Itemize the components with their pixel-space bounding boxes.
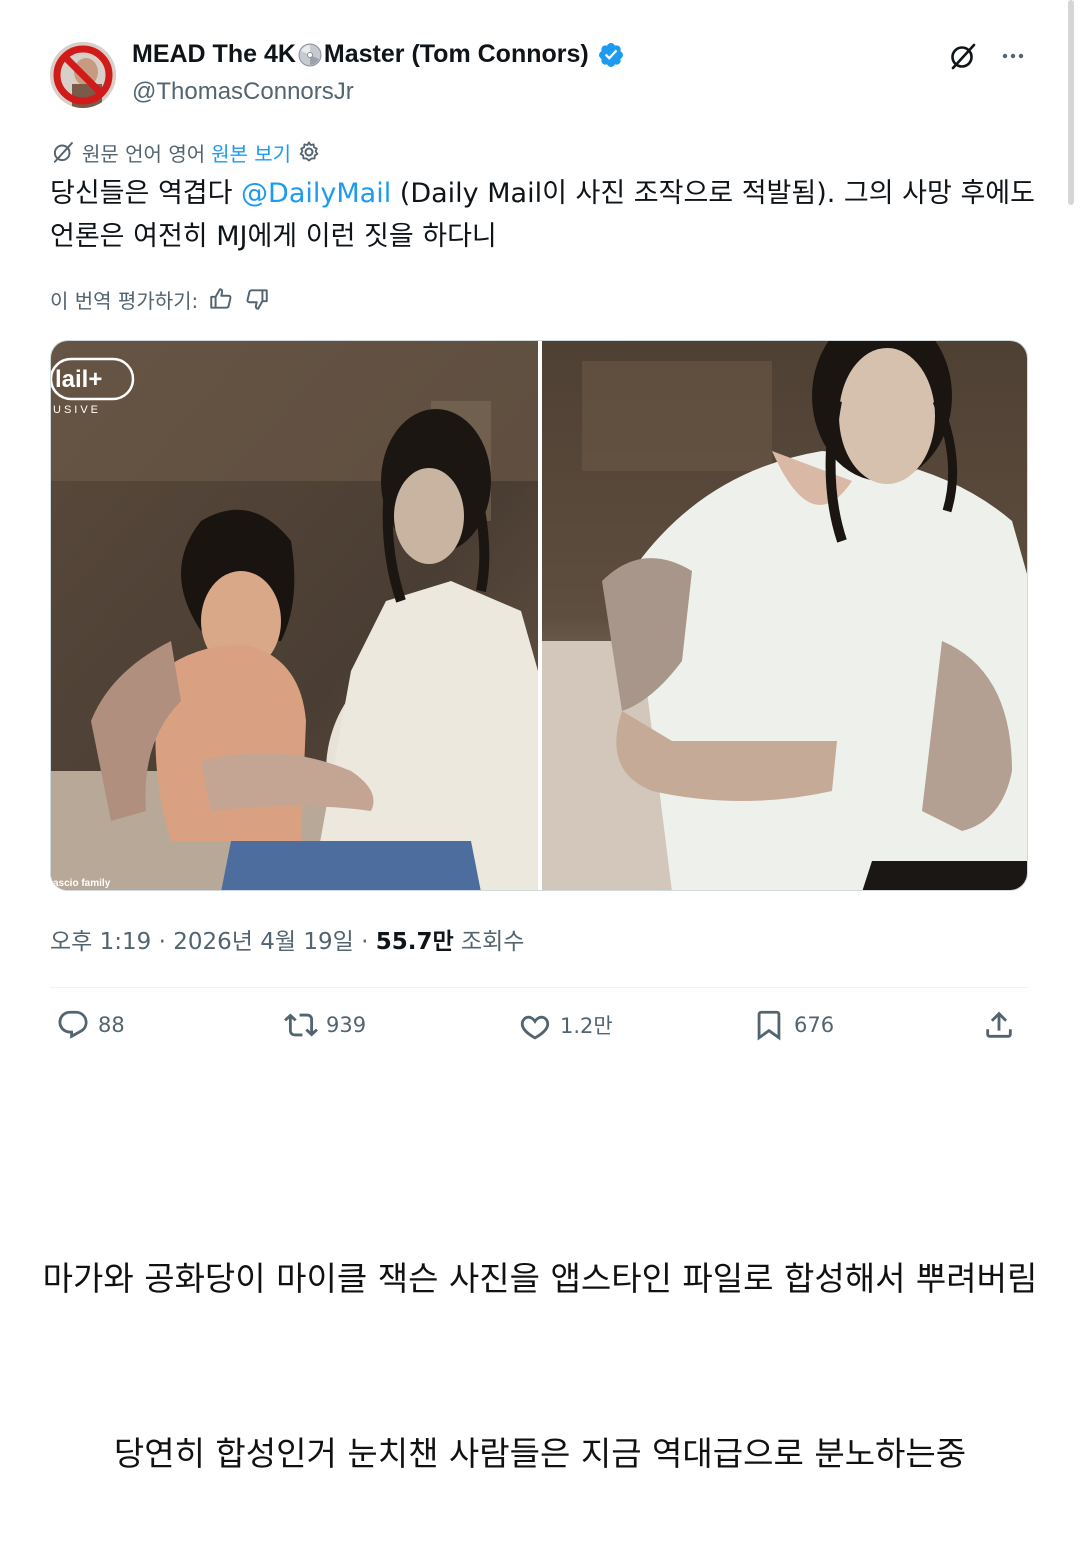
repost-icon — [284, 1013, 318, 1037]
photo-left-image: lail+ USIVE ascio family — [51, 341, 538, 890]
repost-button[interactable]: 939 — [284, 1008, 366, 1042]
tweet-text-start: 당신들은 역겹다 — [50, 178, 242, 209]
meta-separator: · — [361, 929, 376, 955]
views-label: 조회수 — [460, 929, 525, 955]
like-count: 1.2만 — [560, 1014, 613, 1038]
more-options-icon[interactable] — [997, 40, 1029, 72]
display-name-part1: MEAD The 4K — [132, 40, 296, 68]
tweet-header: MEAD The 4K Master (Tom Connors) @Thomas… — [50, 38, 1030, 110]
views-count: 55.7만 — [375, 929, 454, 955]
repost-count: 939 — [326, 1013, 367, 1037]
bookmark-icon — [757, 1010, 781, 1041]
grok-translate-icon — [53, 142, 73, 163]
thumbs-up-icon[interactable] — [208, 286, 234, 312]
share-icon — [986, 1011, 1012, 1038]
photo-right[interactable] — [542, 341, 1027, 890]
show-original-link[interactable]: 원본 보기 — [211, 138, 291, 167]
gear-icon[interactable] — [297, 140, 321, 164]
tweet-media[interactable]: lail+ USIVE ascio family — [50, 340, 1028, 891]
share-button[interactable] — [982, 1008, 1016, 1042]
left-photo-credit: ascio family — [53, 878, 111, 889]
mention-link[interactable]: @DailyMail — [241, 178, 391, 209]
grok-icon[interactable] — [947, 40, 979, 72]
left-watermark-subtext: USIVE — [53, 404, 101, 416]
translation-label: 원문 언어 영어 — [82, 141, 206, 166]
reply-icon — [58, 1010, 88, 1039]
heart-icon — [520, 1015, 550, 1040]
photo-right-image — [542, 341, 1027, 890]
bookmark-count: 676 — [794, 1013, 835, 1037]
verified-badge-icon[interactable] — [597, 41, 625, 69]
like-button[interactable]: 1.2만 — [518, 1008, 613, 1042]
left-watermark-text: lail+ — [55, 366, 102, 393]
disc-emoji-icon — [298, 43, 322, 66]
avatar[interactable] — [50, 42, 116, 108]
meta-separator: · — [158, 929, 174, 955]
divider — [50, 987, 1028, 988]
tweet-actions: 88 939 1.2만 676 — [50, 1008, 1030, 1052]
thumbs-down-icon[interactable] — [244, 286, 270, 312]
photo-left[interactable]: lail+ USIVE ascio family — [51, 341, 538, 890]
display-name-row[interactable]: MEAD The 4K Master (Tom Connors) — [132, 40, 625, 69]
reply-button[interactable]: 88 — [56, 1008, 125, 1042]
reply-count: 88 — [98, 1013, 125, 1037]
tweet-date[interactable]: 2026년 4월 19일 — [173, 929, 354, 955]
rate-translation-row: 이 번역 평가하기: — [50, 284, 270, 314]
translation-notice: 원문 언어 영어 원본 보기 — [50, 138, 321, 166]
display-name-part2: Master (Tom Connors) — [323, 40, 589, 68]
tweet-time[interactable]: 오후 1:19 — [50, 929, 151, 955]
tweet-meta: 오후 1:19 · 2026년 4월 19일 · 55.7만 조회수 — [50, 922, 524, 956]
user-handle[interactable]: @ThomasConnorsJr — [132, 78, 354, 106]
caption-line-1: 마가와 공화당이 마이클 잭슨 사진을 앱스타인 파일로 합성해서 뿌려버림 — [42, 1259, 1038, 1298]
bookmark-button[interactable]: 676 — [752, 1008, 834, 1042]
rate-translation-label: 이 번역 평가하기: — [50, 288, 199, 313]
tweet-text: 당신들은 역겹다 @DailyMail (Daily Mail이 사진 조작으로… — [50, 172, 1035, 258]
avatar-image — [50, 42, 116, 108]
caption-line-2: 당연히 합성인거 눈치챈 사람들은 지금 역대급으로 분노하는중 — [113, 1434, 967, 1473]
page-scrollbar[interactable] — [1068, 0, 1074, 205]
